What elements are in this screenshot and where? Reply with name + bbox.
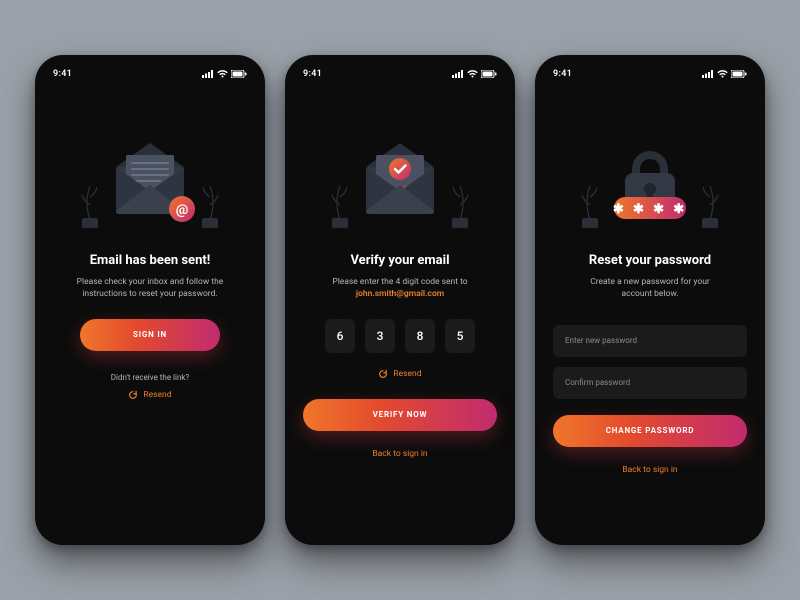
confirm-password-field[interactable]: Confirm password bbox=[553, 367, 747, 399]
refresh-icon bbox=[378, 369, 388, 379]
status-time: 9:41 bbox=[553, 69, 572, 79]
status-time: 9:41 bbox=[53, 69, 72, 79]
status-bar: 9:41 bbox=[303, 69, 497, 79]
wifi-icon bbox=[717, 70, 728, 78]
hero-envelope-at: @ bbox=[53, 125, 247, 235]
page-description: Please check your inbox and follow the i… bbox=[53, 276, 247, 301]
svg-text:✱ ✱ ✱ ✱: ✱ ✱ ✱ ✱ bbox=[613, 202, 687, 217]
new-password-field[interactable]: Enter new password bbox=[553, 325, 747, 357]
wifi-icon bbox=[467, 70, 478, 78]
page-description: Please enter the 4 digit code sent to jo… bbox=[303, 276, 497, 301]
page-description: Create a new password for your account b… bbox=[553, 276, 747, 301]
status-icons bbox=[702, 70, 747, 78]
verify-now-button[interactable]: VERIFY NOW bbox=[303, 399, 497, 431]
battery-icon bbox=[231, 70, 247, 78]
status-bar: 9:41 bbox=[53, 69, 247, 79]
page-title: Email has been sent! bbox=[53, 253, 247, 268]
status-bar: 9:41 bbox=[553, 69, 747, 79]
sign-in-button[interactable]: SIGN IN bbox=[80, 319, 220, 351]
refresh-icon bbox=[128, 390, 138, 400]
battery-icon bbox=[481, 70, 497, 78]
hero-padlock: ✱ ✱ ✱ ✱ bbox=[553, 125, 747, 235]
sent-to-email: john.smith@gmail.com bbox=[356, 289, 444, 299]
otp-digit-4[interactable]: 5 bbox=[445, 319, 475, 353]
otp-digit-1[interactable]: 6 bbox=[325, 319, 355, 353]
resend-hint: Didn't receive the link? bbox=[53, 373, 247, 382]
status-icons bbox=[202, 70, 247, 78]
screen-reset-password: 9:41 ✱ ✱ ✱ ✱ Reset your password bbox=[535, 55, 765, 545]
screen-email-sent: 9:41 bbox=[35, 55, 265, 545]
otp-inputs: 6 3 8 5 bbox=[303, 319, 497, 353]
page-title: Verify your email bbox=[303, 253, 497, 268]
status-icons bbox=[452, 70, 497, 78]
otp-digit-2[interactable]: 3 bbox=[365, 319, 395, 353]
otp-digit-3[interactable]: 8 bbox=[405, 319, 435, 353]
svg-text:@: @ bbox=[176, 202, 189, 218]
change-password-button[interactable]: CHANGE PASSWORD bbox=[553, 415, 747, 447]
screen-verify-email: 9:41 ✱ ✱ ✱ ✱ bbox=[285, 55, 515, 545]
wifi-icon bbox=[217, 70, 228, 78]
back-to-sign-in-link[interactable]: Back to sign in bbox=[553, 465, 747, 475]
at-badge-icon: @ bbox=[169, 196, 195, 222]
back-to-sign-in-link[interactable]: Back to sign in bbox=[303, 449, 497, 459]
signal-icon bbox=[702, 70, 714, 78]
signal-icon bbox=[202, 70, 214, 78]
status-time: 9:41 bbox=[303, 69, 322, 79]
resend-link[interactable]: Resend bbox=[303, 369, 497, 379]
signal-icon bbox=[452, 70, 464, 78]
resend-link[interactable]: Resend bbox=[53, 390, 247, 400]
hero-envelope-check: ✱ ✱ ✱ ✱ bbox=[303, 125, 497, 235]
battery-icon bbox=[731, 70, 747, 78]
page-title: Reset your password bbox=[553, 253, 747, 268]
